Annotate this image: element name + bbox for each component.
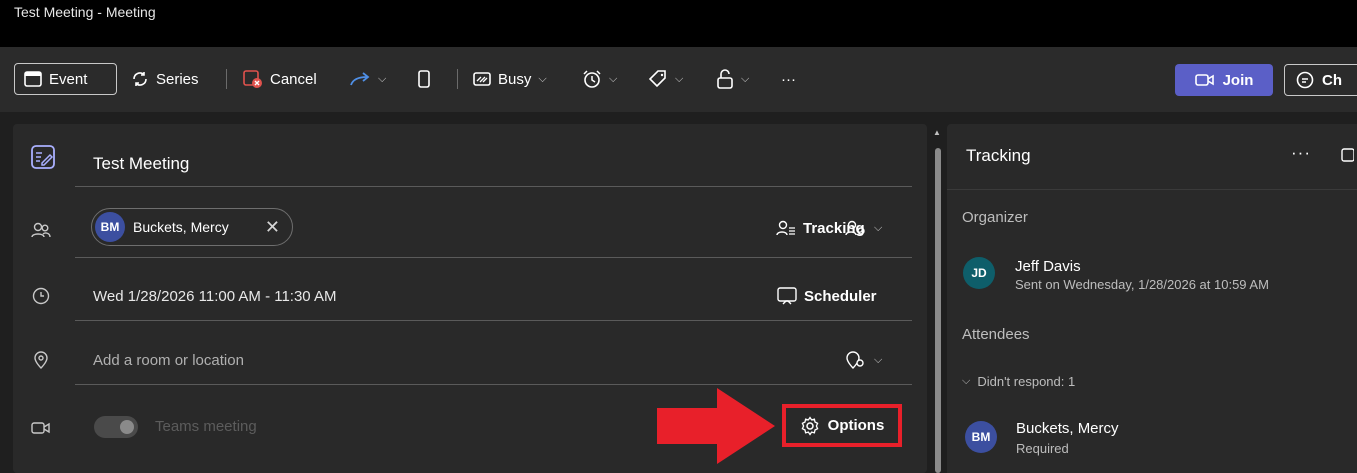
forward-button[interactable]: ⌵ [349, 63, 386, 95]
teams-meeting-label: Teams meeting [155, 418, 257, 435]
date-time-field[interactable]: Wed 1/28/2026 11:00 AM - 11:30 AM [93, 288, 337, 305]
repeat-icon [133, 72, 147, 86]
chevron-down-icon: ⌵ [378, 72, 387, 85]
red-arrow-annotation [657, 388, 775, 464]
location-input[interactable]: Add a room or location [93, 352, 244, 369]
scheduler-label: Scheduler [804, 287, 877, 305]
copy-button[interactable] [417, 63, 431, 95]
attendees-label: Attendees [962, 326, 1030, 343]
people-icon [30, 219, 52, 241]
scheduler-button[interactable]: Scheduler [777, 287, 877, 305]
divider [75, 257, 912, 258]
scrollbar[interactable]: ▲ [932, 124, 944, 473]
avatar: JD [963, 257, 995, 289]
attendee-role: Required [1016, 441, 1069, 456]
didnt-respond-group[interactable]: ⌵ Didn't respond: 1 [962, 374, 1075, 389]
location-settings-icon [846, 351, 864, 369]
chevron-down-icon: ⌵ [538, 72, 547, 85]
chat-icon [1296, 71, 1314, 89]
attendee-options-button[interactable]: ⌵ [845, 219, 882, 237]
chat-button[interactable]: Ch [1284, 64, 1357, 96]
series-label: Series [156, 70, 199, 88]
cancel-label: Cancel [270, 70, 317, 88]
avatar: BM [965, 421, 997, 453]
chevron-down-icon: ⌵ [741, 72, 750, 85]
teams-meeting-toggle[interactable] [94, 416, 138, 438]
people-settings-icon [845, 220, 865, 236]
private-button[interactable]: ⌵ [716, 63, 749, 95]
busy-status-button[interactable]: Busy ⌵ [473, 63, 547, 95]
document-icon [418, 70, 430, 88]
options-label: Options [827, 417, 885, 434]
attendee-name: Buckets, Mercy [133, 219, 229, 235]
chevron-down-icon: ⌵ [874, 353, 883, 366]
meeting-options-button[interactable]: Options [782, 404, 902, 447]
join-button[interactable]: Join [1175, 64, 1273, 96]
more-options-button[interactable]: ··· [781, 63, 796, 95]
tracking-panel-title: Tracking [966, 146, 1031, 165]
event-button[interactable]: Event [14, 63, 117, 95]
organizer-name: Jeff Davis [1015, 258, 1081, 275]
location-options-button[interactable]: ⌵ [845, 350, 882, 370]
window-title: Test Meeting - Meeting [14, 4, 156, 20]
toolbar-divider [457, 69, 458, 89]
divider [75, 320, 912, 321]
notes-icon [30, 144, 56, 170]
divider [75, 186, 912, 187]
meeting-title-input[interactable]: Test Meeting [93, 154, 189, 174]
chat-label: Ch [1322, 71, 1342, 89]
close-icon[interactable]: ✕ [265, 217, 280, 238]
clock-icon [30, 285, 52, 307]
chevron-down-icon: ⌵ [962, 375, 971, 387]
scroll-up-icon[interactable]: ▲ [933, 128, 941, 137]
chevron-down-icon: ⌵ [874, 221, 883, 234]
chevron-down-icon: ⌵ [675, 72, 684, 85]
calendar-cancel-icon [243, 70, 262, 88]
alarm-icon [583, 70, 601, 88]
people-list-icon [776, 220, 795, 236]
series-button[interactable]: Series [131, 63, 199, 95]
cancel-meeting-button[interactable]: Cancel [243, 63, 317, 95]
busy-status-icon [473, 72, 491, 86]
attendee-chip[interactable]: BM Buckets, Mercy ✕ [91, 208, 293, 246]
unlock-icon [717, 69, 733, 89]
didnt-respond-label: Didn't respond: 1 [977, 374, 1076, 389]
location-icon [30, 349, 52, 371]
toolbar-divider [226, 69, 227, 89]
categorize-button[interactable]: ⌵ [648, 63, 683, 95]
more-icon[interactable]: ··· [1291, 143, 1311, 163]
popout-icon[interactable] [1340, 147, 1354, 163]
title-bar: Test Meeting - Meeting [0, 0, 1357, 47]
scheduler-icon [777, 287, 797, 305]
event-label: Event [49, 70, 88, 88]
gear-icon [801, 415, 819, 436]
chevron-down-icon: ⌵ [609, 72, 618, 85]
toolbar: Event Series Cancel ⌵ Busy ⌵ ⌵ ⌵ ⌵ ··· J… [0, 47, 1357, 112]
busy-label: Busy [498, 70, 532, 88]
avatar: BM [95, 212, 125, 242]
more-icon: ··· [781, 70, 796, 88]
organizer-sent-info: Sent on Wednesday, 1/28/2026 at 10:59 AM [1015, 277, 1269, 292]
reminder-button[interactable]: ⌵ [582, 63, 617, 95]
toggle-knob [120, 420, 134, 434]
video-icon [1194, 74, 1214, 86]
video-camera-icon [30, 417, 52, 439]
join-label: Join [1222, 71, 1254, 89]
forward-arrow-icon [350, 72, 370, 86]
scroll-thumb[interactable] [935, 148, 941, 473]
divider [75, 384, 912, 385]
attendee-name: Buckets, Mercy [1016, 420, 1119, 437]
organizer-label: Organizer [962, 209, 1028, 226]
tag-icon [648, 70, 666, 88]
calendar-icon [24, 71, 42, 87]
